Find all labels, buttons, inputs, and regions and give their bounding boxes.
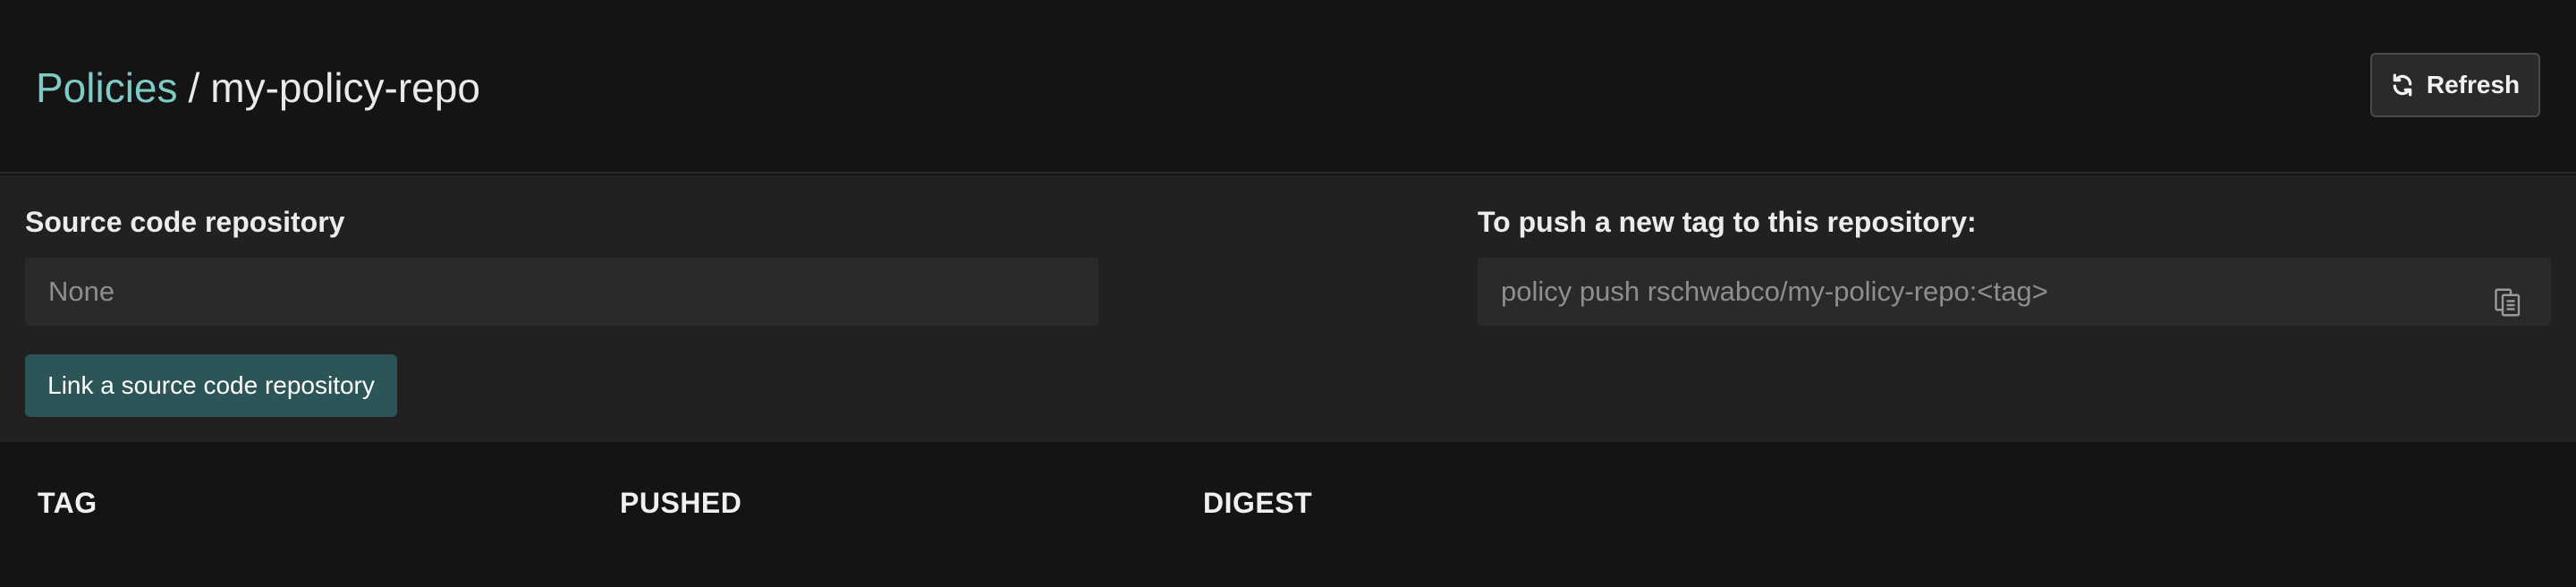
copy-icon[interactable] (2492, 276, 2524, 317)
breadcrumb-policies-link[interactable]: Policies (36, 64, 178, 111)
page-title: my-policy-repo (210, 64, 480, 111)
breadcrumb: Policies / my-policy-repo (36, 63, 480, 113)
push-command-text: policy push rschwabco/my-policy-repo:<ta… (1501, 276, 2048, 307)
tags-table-header: TAG PUSHED DIGEST (0, 442, 2576, 587)
push-instructions-label: To push a new tag to this repository: (1478, 206, 1977, 238)
push-command-field[interactable]: policy push rschwabco/my-policy-repo:<ta… (1478, 258, 2551, 326)
column-header-digest[interactable]: DIGEST (1203, 487, 1312, 520)
repository-details-panel: Source code repository None Link a sourc… (0, 175, 2576, 442)
column-header-tag[interactable]: TAG (38, 487, 97, 520)
refresh-icon (2391, 73, 2414, 97)
refresh-label: Refresh (2426, 71, 2521, 98)
link-source-repo-button[interactable]: Link a source code repository (25, 354, 397, 417)
source-repo-label: Source code repository (25, 206, 345, 238)
page-header: Policies / my-policy-repo Refresh (0, 0, 2576, 174)
column-header-pushed[interactable]: PUSHED (620, 487, 741, 520)
refresh-button[interactable]: Refresh (2370, 53, 2540, 117)
source-repo-field: None (25, 258, 1098, 326)
breadcrumb-separator: / (188, 64, 200, 111)
